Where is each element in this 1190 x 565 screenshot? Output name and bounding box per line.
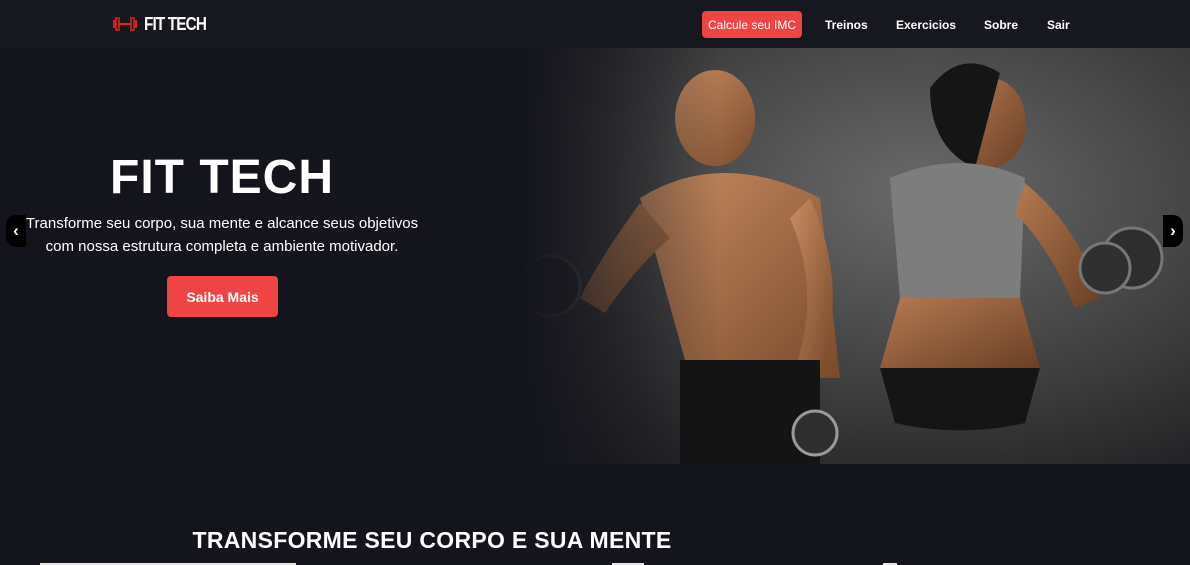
brand-name: FIT TECH (144, 13, 207, 34)
nav-link-exercicios[interactable]: Exercicios (896, 18, 956, 32)
nav-link-sair[interactable]: Sair (1047, 18, 1070, 32)
carousel-prev-button[interactable]: ‹ (6, 215, 26, 247)
brand-logo[interactable]: FIT TECH (112, 13, 217, 35)
calculate-imc-button[interactable]: Calcule seu IMC (702, 11, 802, 38)
chevron-right-icon: › (1170, 221, 1176, 240)
hero-subtitle: Transforme seu corpo, sua mente e alcanc… (25, 215, 419, 255)
navbar: FIT TECH Calcule seu IMC Treinos Exercic… (0, 0, 1190, 48)
section-title: TRANSFORME SEU CORPO E SUA MENTE (192, 527, 672, 553)
saiba-mais-button[interactable]: Saiba Mais (167, 276, 278, 317)
nav-link-sobre[interactable]: Sobre (984, 18, 1018, 32)
hero-carousel: FIT TECH Transforme seu corpo, sua mente… (0, 48, 1190, 464)
hero-title: FIT TECH (110, 151, 334, 204)
nav-link-treinos[interactable]: Treinos (825, 18, 868, 32)
chevron-left-icon: ‹ (13, 221, 19, 240)
carousel-next-button[interactable]: › (1163, 215, 1183, 247)
hero-image-fade (520, 48, 720, 464)
dumbbell-icon (113, 17, 137, 31)
